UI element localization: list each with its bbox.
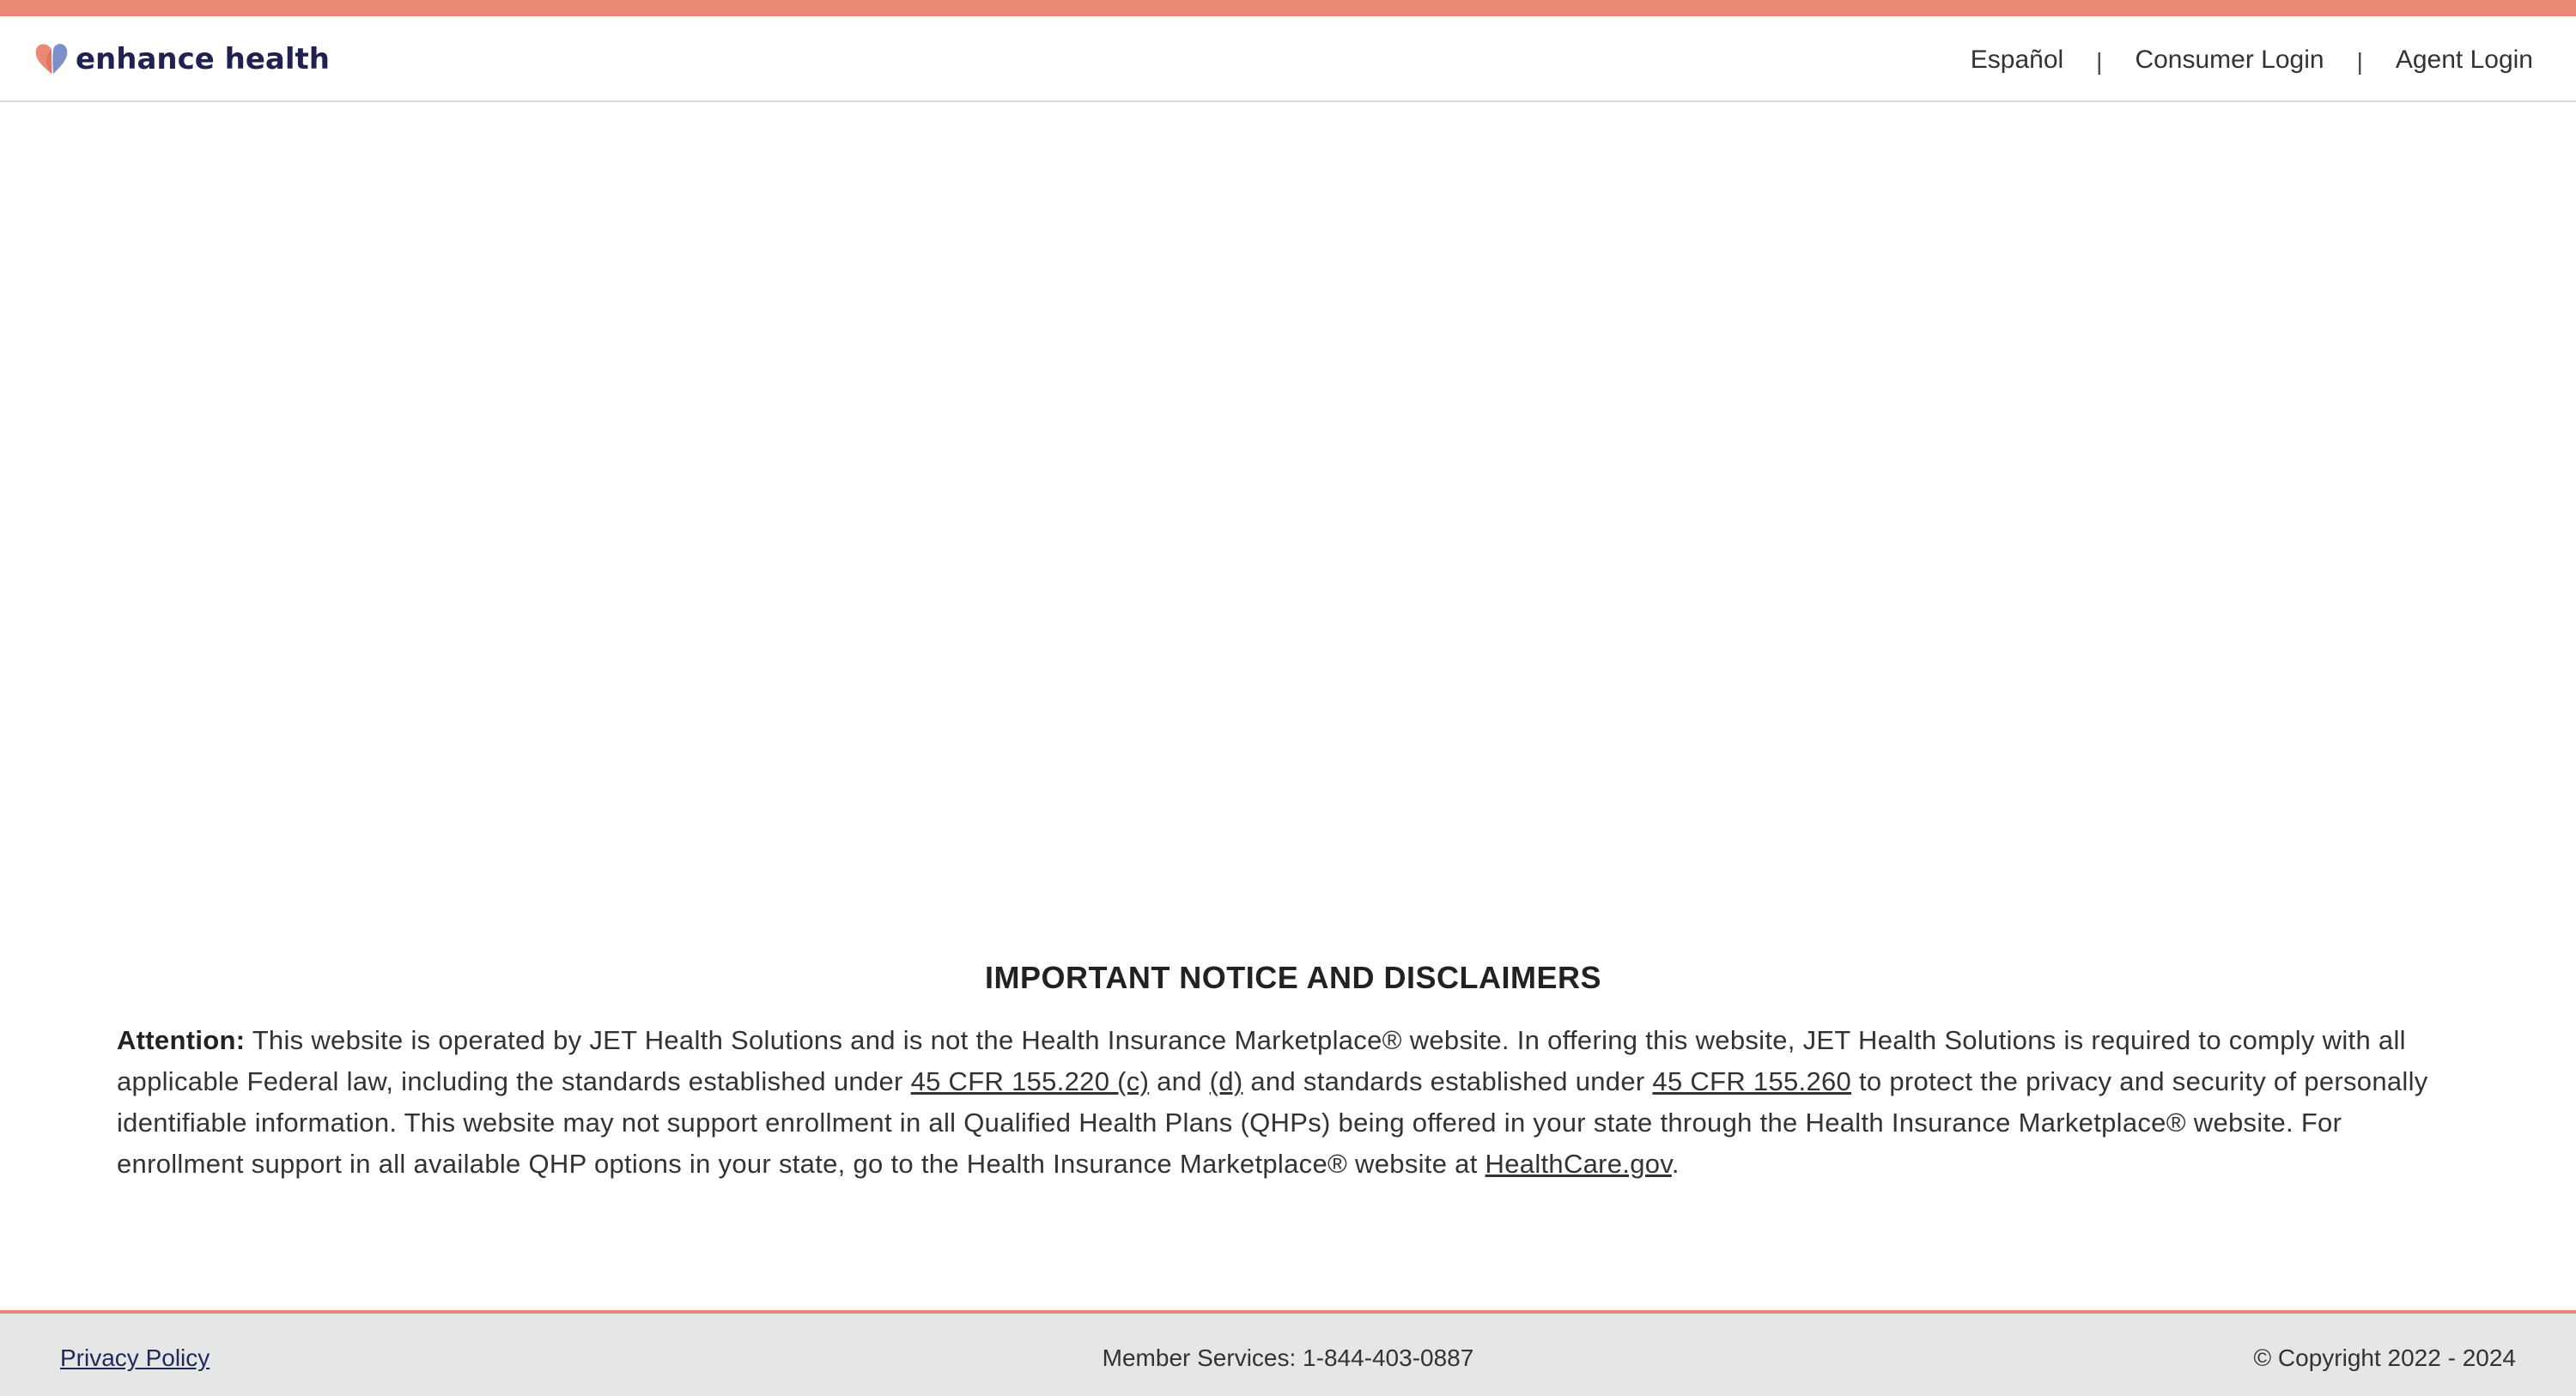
header-nav: Español | Consumer Login | Agent Login bbox=[1971, 42, 2533, 78]
link-45-cfr-155-220-d[interactable]: (d) bbox=[1210, 1066, 1243, 1096]
nav-separator: | bbox=[2096, 48, 2103, 75]
site-header: enhance health Español | Consumer Login … bbox=[0, 16, 2576, 102]
link-healthcare-gov[interactable]: HealthCare.gov bbox=[1485, 1149, 1672, 1179]
copyright-text: © Copyright 2022 - 2024 bbox=[2253, 1344, 2516, 1371]
nav-link-agent-login[interactable]: Agent Login bbox=[2396, 46, 2533, 75]
site-footer: Privacy Policy Member Services: 1-844-40… bbox=[0, 1310, 2576, 1396]
disclaimer-section: IMPORTANT NOTICE AND DISCLAIMERS Attenti… bbox=[117, 960, 2470, 1185]
privacy-policy-link[interactable]: Privacy Policy bbox=[60, 1344, 210, 1371]
nav-separator: | bbox=[2356, 48, 2363, 75]
disclaimer-text-part: and standards established under bbox=[1242, 1066, 1653, 1096]
disclaimer-text-part: . bbox=[1671, 1149, 1680, 1179]
brand-name: enhance health bbox=[76, 42, 330, 76]
footer-left: Privacy Policy bbox=[60, 1344, 210, 1372]
nav-link-espanol[interactable]: Español bbox=[1971, 46, 2063, 75]
link-45-cfr-155-220-c[interactable]: 45 CFR 155.220 (c) bbox=[911, 1066, 1150, 1096]
brand-logo[interactable]: enhance health bbox=[33, 39, 330, 79]
disclaimer-text: Attention: This website is operated by J… bbox=[117, 1020, 2470, 1185]
member-services-text: Member Services: 1-844-403-0887 bbox=[1102, 1344, 1474, 1371]
attention-label: Attention: bbox=[117, 1025, 246, 1055]
top-accent-bar bbox=[0, 0, 2576, 16]
nav-link-consumer-login[interactable]: Consumer Login bbox=[2135, 46, 2324, 75]
link-45-cfr-155-260[interactable]: 45 CFR 155.260 bbox=[1652, 1066, 1851, 1096]
disclaimer-title: IMPORTANT NOTICE AND DISCLAIMERS bbox=[985, 960, 1601, 995]
heart-logo-icon bbox=[35, 44, 68, 74]
disclaimer-text-part: and bbox=[1149, 1066, 1210, 1096]
